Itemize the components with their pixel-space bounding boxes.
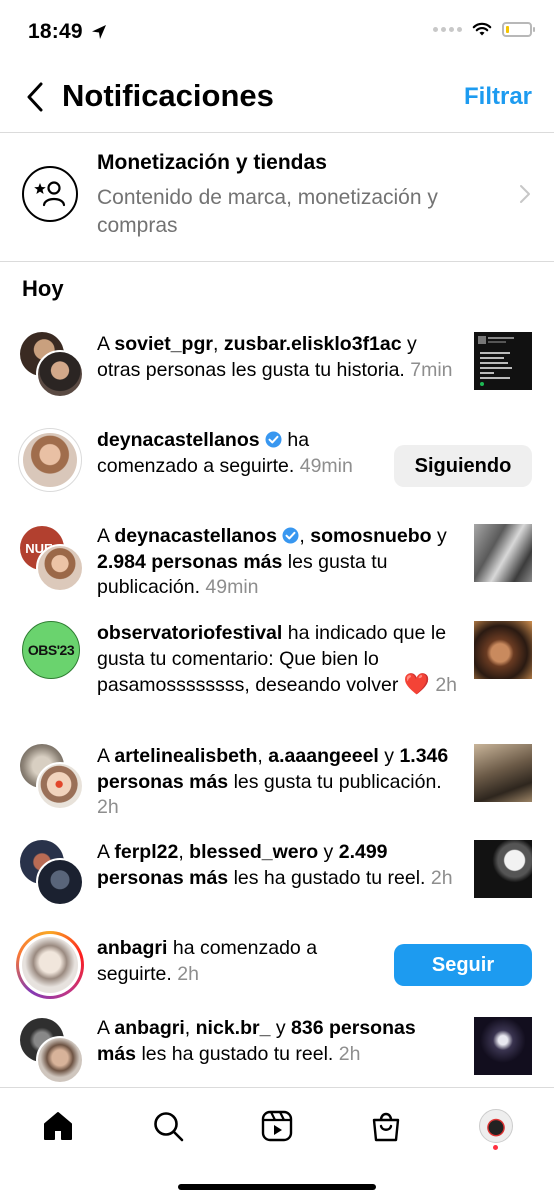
notification-item[interactable]: A ferpl22, blessed_wero y 2.499 personas… <box>0 832 554 924</box>
status-indicators <box>433 22 535 37</box>
shop-icon <box>372 1112 400 1142</box>
section-title-today: Hoy <box>22 276 64 301</box>
post-thumbnail[interactable] <box>474 1017 532 1075</box>
avatar-label: OBS'23 <box>27 642 75 658</box>
notification-text: deynacastellanos ha comenzado a seguirte… <box>97 429 353 477</box>
avatar-stack[interactable] <box>20 840 84 906</box>
monetization-title: Monetización y tiendas <box>97 151 327 174</box>
notification-item[interactable]: OBS'23 observatoriofestival ha indicado … <box>0 613 554 728</box>
username-link[interactable]: observatoriofestival <box>97 622 282 644</box>
username-link[interactable]: a.aaangeeel <box>268 745 379 767</box>
notification-time: 2h <box>430 866 453 889</box>
notification-time: 2h <box>435 674 458 697</box>
notification-item[interactable]: deynacastellanos ha comenzado a seguirte… <box>0 420 554 510</box>
notification-text: A ferpl22, blessed_wero y 2.499 personas… <box>97 841 453 889</box>
tab-reels[interactable] <box>257 1106 297 1146</box>
notification-text: A deynacastellanos , somosnuebo y 2.984 … <box>97 525 447 599</box>
verified-badge-icon <box>282 527 299 544</box>
post-thumbnail[interactable] <box>474 744 532 802</box>
notification-item[interactable]: A soviet_pgr, zusbar.elisklo3f1ac y otra… <box>0 320 554 410</box>
tab-home[interactable] <box>38 1106 78 1146</box>
reels-icon <box>261 1110 293 1142</box>
home-icon <box>44 1112 72 1140</box>
notification-item[interactable]: NUE A deynacastellanos , somosnuebo y 2.… <box>0 516 554 606</box>
notification-text: anbagri ha comenzado a seguirte. 2h <box>97 937 318 985</box>
notification-item[interactable]: anbagri ha comenzado a seguirte. 2h Segu… <box>0 928 554 1008</box>
notification-time: 2h <box>177 962 199 985</box>
avatar-stack[interactable] <box>20 332 84 398</box>
status-time: 18:49 <box>28 20 83 43</box>
username-link[interactable]: nick.br_ <box>196 1017 271 1039</box>
notification-time: 2h <box>338 1042 361 1065</box>
tab-search[interactable] <box>148 1106 188 1146</box>
page-title: Notificaciones <box>62 78 274 113</box>
notification-time: 7min <box>410 358 453 381</box>
header: Notificaciones Filtrar <box>0 62 554 133</box>
heart-emoji: ❤️ <box>403 673 430 697</box>
post-thumbnail[interactable] <box>474 840 532 898</box>
notification-time: 49min <box>205 576 259 599</box>
battery-icon <box>502 22 535 37</box>
username-link[interactable]: ferpl22 <box>114 841 178 863</box>
signal-icon <box>433 27 462 32</box>
tab-bar <box>0 1087 554 1201</box>
notification-item[interactable]: A artelinealisbeth, a.aaangeeel y 1.346 … <box>0 736 554 828</box>
avatar <box>36 350 84 398</box>
username-link[interactable]: blessed_wero <box>189 841 318 863</box>
avatar-stack[interactable] <box>20 744 84 810</box>
post-thumbnail[interactable] <box>474 621 532 679</box>
monetization-row[interactable]: Monetización y tiendas Contenido de marc… <box>0 133 554 262</box>
home-indicator[interactable] <box>178 1184 376 1190</box>
username-link[interactable]: deynacastellanos <box>97 429 260 451</box>
avatar[interactable]: OBS'23 <box>22 621 80 679</box>
avatar[interactable] <box>16 931 84 999</box>
notification-text: observatoriofestival ha indicado que le … <box>97 622 458 697</box>
notification-dot <box>493 1145 498 1150</box>
search-icon <box>154 1112 184 1142</box>
back-icon[interactable] <box>22 80 52 114</box>
notification-text: A artelinealisbeth, a.aaangeeel y 1.346 … <box>97 745 449 819</box>
chevron-right-icon <box>520 185 530 203</box>
wifi-icon <box>472 22 492 36</box>
location-arrow-icon <box>92 25 106 39</box>
follow-button[interactable]: Seguir <box>394 944 532 986</box>
notification-item[interactable]: A anbagri, nick.br_ y 836 personas más l… <box>0 1012 554 1087</box>
username-link[interactable]: deynacastellanos <box>114 525 277 547</box>
avatar <box>36 762 84 810</box>
username-link[interactable]: somosnuebo <box>310 525 431 547</box>
avatar <box>36 1036 84 1084</box>
monetization-icon <box>22 166 78 222</box>
filter-button[interactable]: Filtrar <box>464 83 532 111</box>
notification-text: A anbagri, nick.br_ y 836 personas más l… <box>97 1017 416 1065</box>
username-link[interactable]: artelinealisbeth <box>114 745 257 767</box>
avatar <box>36 858 84 906</box>
profile-avatar <box>479 1109 513 1143</box>
following-button[interactable]: Siguiendo <box>394 445 532 487</box>
tab-shop[interactable] <box>366 1106 406 1146</box>
monetization-subtitle: Contenido de marca, monetización y compr… <box>97 186 438 237</box>
username-link[interactable]: zusbar.elisklo3f1ac <box>224 333 402 355</box>
status-bar: 18:49 <box>0 0 554 62</box>
post-thumbnail[interactable] <box>474 524 532 582</box>
avatar <box>36 544 84 592</box>
notification-time: 49min <box>299 454 353 477</box>
tab-profile[interactable] <box>476 1106 516 1146</box>
username-link[interactable]: soviet_pgr <box>114 333 213 355</box>
post-thumbnail[interactable] <box>474 332 532 390</box>
avatar-stack[interactable]: NUE <box>20 526 84 592</box>
likes-count[interactable]: 2.984 personas más <box>97 551 282 573</box>
notification-time: 2h <box>97 796 119 819</box>
verified-badge-icon <box>265 431 282 448</box>
username-link[interactable]: anbagri <box>97 937 167 959</box>
notification-text: A soviet_pgr, zusbar.elisklo3f1ac y otra… <box>97 333 453 381</box>
avatar[interactable] <box>18 428 82 492</box>
avatar-stack[interactable] <box>20 1018 84 1084</box>
username-link[interactable]: anbagri <box>114 1017 184 1039</box>
